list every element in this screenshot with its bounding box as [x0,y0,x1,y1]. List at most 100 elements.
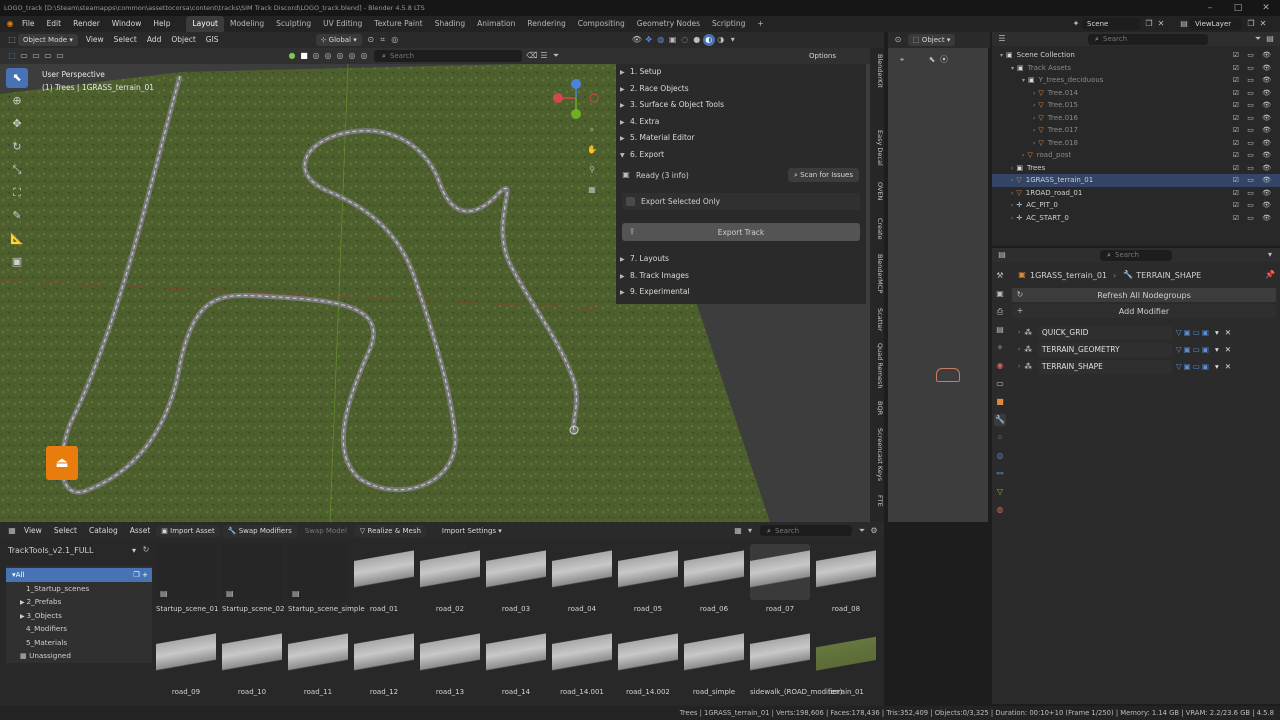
maximize-icon[interactable]: □ [1224,0,1252,16]
tab-modeling[interactable]: Modeling [224,16,270,32]
viewport-menu-add[interactable]: Add [142,32,167,48]
asset-thumbnail[interactable]: ▤ Startup_scene_simple [288,544,365,613]
view-options-icon[interactable]: ▾ [744,525,756,537]
tab-oven[interactable]: OVEN [870,178,884,204]
object-display-material-icon[interactable]: ◎ [346,50,358,62]
asset-thumbnail[interactable]: road_09 [156,627,216,696]
asset-thumbnail[interactable]: road_simple [684,627,744,696]
expand-icon[interactable]: › [1018,326,1020,340]
outliner-row[interactable]: › ✛ AC_START_0 ☑ ▭ 👁 [992,212,1280,225]
minimize-icon[interactable]: – [1196,0,1224,16]
visibility-toggle-icon[interactable]: ☑ ▭ 👁 [1233,212,1274,225]
filter-icon[interactable]: ⏷ [1252,33,1264,45]
material-props-icon[interactable]: ◍ [994,504,1006,516]
realize-mesh-button[interactable]: ▽ Realize & Mesh [354,524,426,537]
asset-thumbnail[interactable]: road_06 [684,544,744,613]
tool-props-icon[interactable]: ⚒ [994,270,1006,282]
shading-material-icon[interactable]: ◐ [702,34,715,46]
editor-type-icon[interactable]: ⬚ [6,34,18,46]
panel-export[interactable]: ▼ 6. Export [616,147,866,164]
tab-blendermcp[interactable]: BlenderMCP [870,250,884,298]
shading-options-icon[interactable]: ▾ [727,34,739,46]
expand-icon[interactable]: › [1033,102,1035,109]
visibility-toggle-icon[interactable]: ☑ ▭ 👁 [1233,124,1274,137]
local-view-icon[interactable]: ⦿ [938,54,950,66]
menu-help[interactable]: Help [147,16,176,32]
visibility-toggle-icon[interactable]: ☑ ▭ 👁 [1233,162,1274,175]
asset-menu-view[interactable]: View [18,523,48,539]
outliner-row[interactable]: › ▣ Trees ☑ ▭ 👁 [992,162,1280,175]
data-props-icon[interactable]: ▽ [994,486,1006,498]
panel-material-editor[interactable]: ▶ 5. Material Editor [616,130,866,147]
swap-modifiers-button[interactable]: 🔧 Swap Modifiers [222,524,297,537]
shading-wireframe-icon[interactable]: ◌ [679,34,691,46]
modifier-dropdown-icon[interactable]: ▾ [1215,343,1219,357]
asset-menu-select[interactable]: Select [48,523,83,539]
import-settings-dropdown[interactable]: Import Settings ▾ [437,525,507,537]
zoom-icon[interactable]: ⌕ [586,124,598,136]
close-icon[interactable]: ✕ [1252,0,1280,16]
gizmo-icon[interactable]: ✥ [643,34,655,46]
tab-uv-editing[interactable]: UV Editing [317,16,368,32]
panel-extra[interactable]: ▶ 4. Extra [616,114,866,131]
object-icon[interactable]: ⌖ [896,54,908,66]
right-mode-select[interactable]: ⬚ Object ▾ [908,34,956,46]
remove-modifier-icon[interactable]: ✕ [1225,343,1231,357]
measure-tool-icon[interactable]: 📐 [6,229,28,249]
select-mode-invert-icon[interactable]: ▭ [54,50,66,62]
select-tool-icon[interactable]: ⬉ [6,68,28,88]
asset-thumbnail[interactable]: ▤ Startup_scene_02 [222,544,284,613]
viewlayer-name[interactable]: ViewLayer [1190,18,1242,30]
options-button[interactable]: Options [804,50,841,62]
select-mode-new-icon[interactable]: ▭ [18,50,30,62]
asset-thumbnail[interactable]: road_01 [354,544,414,613]
tab-bqr[interactable]: BQR [870,398,884,418]
catalog-all[interactable]: ▾ All ❐ + [6,568,152,582]
modifier-toggle-icons[interactable]: ▽▣▭▣ [1176,343,1211,357]
asset-thumbnail[interactable]: road_12 [354,627,414,696]
asset-thumbnail[interactable]: road_14 [486,627,546,696]
properties-type-icon[interactable]: ▤ [996,249,1008,261]
asset-browser-type-icon[interactable]: ▦ [6,525,18,537]
expand-icon[interactable]: › [1033,90,1035,97]
outliner-row[interactable]: ▾ ▣ Track Assets ☑ ▭ 👁 [992,62,1280,75]
export-track-button[interactable]: ⇪ Export Track [622,223,860,241]
cursor-tool-icon[interactable]: ⊕ [6,91,28,111]
outliner-row[interactable]: › ▽ road_post ☑ ▭ 👁 [992,149,1280,162]
viewport-menu-gis[interactable]: GIS [201,32,224,48]
add-catalog-icon[interactable]: ❐ + [133,568,148,582]
expand-icon[interactable]: › [1011,190,1013,197]
remove-modifier-icon[interactable]: ✕ [1225,326,1231,340]
asset-menu-catalog[interactable]: Catalog [83,523,124,539]
modifier-name[interactable]: TERRAIN_SHAPE [1037,360,1172,374]
catalog-unassigned[interactable]: ▦ Unassigned [6,649,152,663]
asset-thumbnail[interactable]: road_10 [222,627,282,696]
tab-create[interactable]: Create [870,214,884,244]
asset-thumbnail[interactable]: road_07 [750,544,810,613]
physics-props-icon[interactable]: ◎ [994,450,1006,462]
expand-icon[interactable]: ▾ [1000,52,1003,59]
modifier-name[interactable]: QUICK_GRID [1037,326,1172,340]
proportional-edit-icon[interactable]: ◎ [389,34,401,46]
object-display-wire-icon[interactable]: ◎ [310,50,322,62]
select-mode-extend-icon[interactable]: ▭ [30,50,42,62]
viewport-menu-view[interactable]: View [81,32,109,48]
asset-thumbnail[interactable]: road_13 [420,627,480,696]
visibility-toggle-icon[interactable]: ☑ ▭ 👁 [1233,49,1274,62]
remove-modifier-icon[interactable]: ✕ [1225,360,1231,374]
expand-icon[interactable]: ▾ [1022,77,1025,84]
outliner-display-icon[interactable]: ☰ [996,33,1008,45]
expand-icon[interactable]: › [1033,140,1035,147]
collection-props-icon[interactable]: ▭ [994,378,1006,390]
outliner-row[interactable]: ▾ ▣ Y_trees_deciduous ☑ ▭ 👁 [992,74,1280,87]
cursor-icon[interactable]: ⬉ [926,54,938,66]
menu-render[interactable]: Render [67,16,106,32]
add-workspace-icon[interactable]: + [751,16,769,32]
catalog-startup-scenes[interactable]: 1_Startup_scenes [6,582,152,596]
viewlayer-selector[interactable]: ▤ ViewLayer ❐ ✕ [1178,18,1269,30]
tab-layout[interactable]: Layout [186,16,224,32]
modifier-row[interactable]: › ⁂ TERRAIN_SHAPE ▽▣▭▣ ▾ ✕ [1012,360,1276,374]
asset-thumbnail[interactable]: road_04 [552,544,612,613]
catalog-prefabs[interactable]: ▶ 2_Prefabs [6,595,152,609]
add-modifier-button[interactable]: + Add Modifier [1012,304,1276,318]
